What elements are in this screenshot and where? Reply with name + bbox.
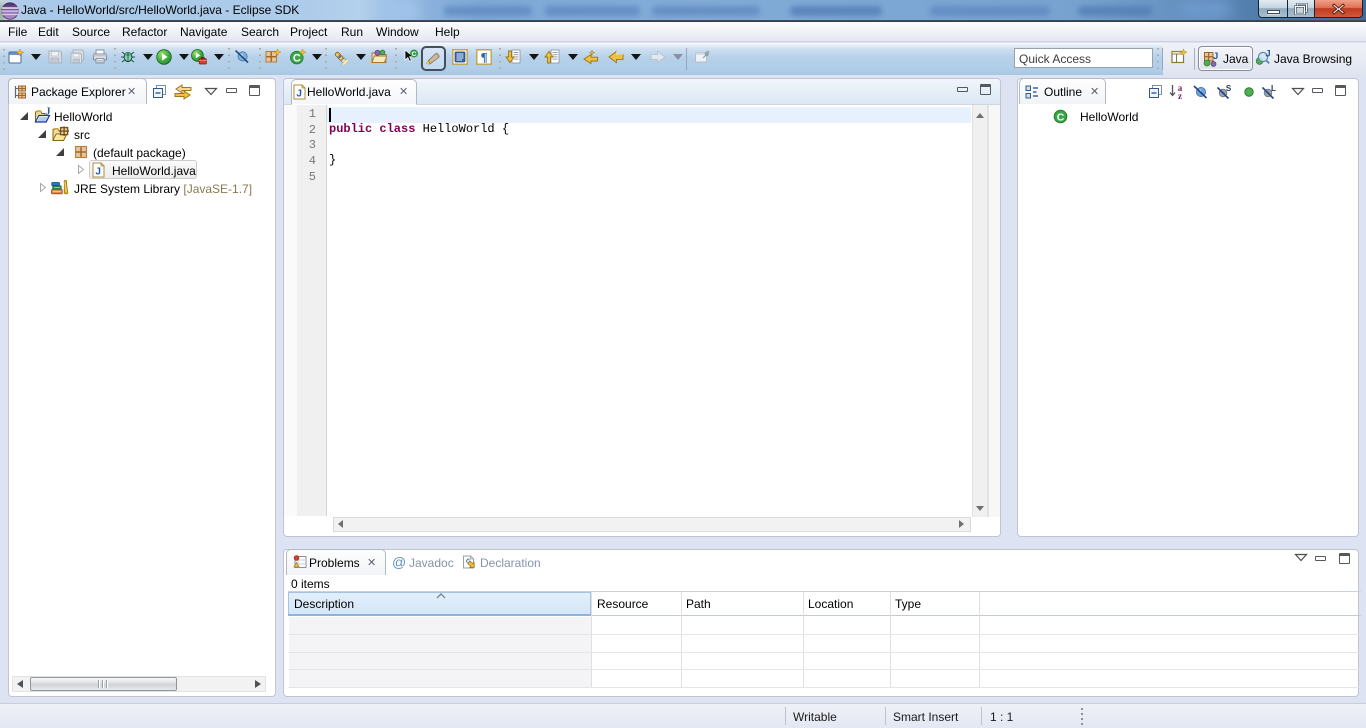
svg-text:L: L (1271, 84, 1276, 93)
svg-text:J: J (296, 89, 302, 100)
svg-text:¶: ¶ (481, 50, 488, 65)
svg-text:J: J (1265, 50, 1270, 60)
svg-text:z: z (1178, 91, 1182, 100)
svg-text:C: C (1057, 112, 1065, 124)
svg-text:C: C (293, 53, 301, 65)
svg-text:J: J (46, 107, 51, 118)
svg-text:J: J (95, 167, 101, 178)
svg-text:S: S (1226, 84, 1232, 93)
svg-text:J: J (1213, 51, 1218, 62)
svg-text:C: C (412, 51, 417, 58)
